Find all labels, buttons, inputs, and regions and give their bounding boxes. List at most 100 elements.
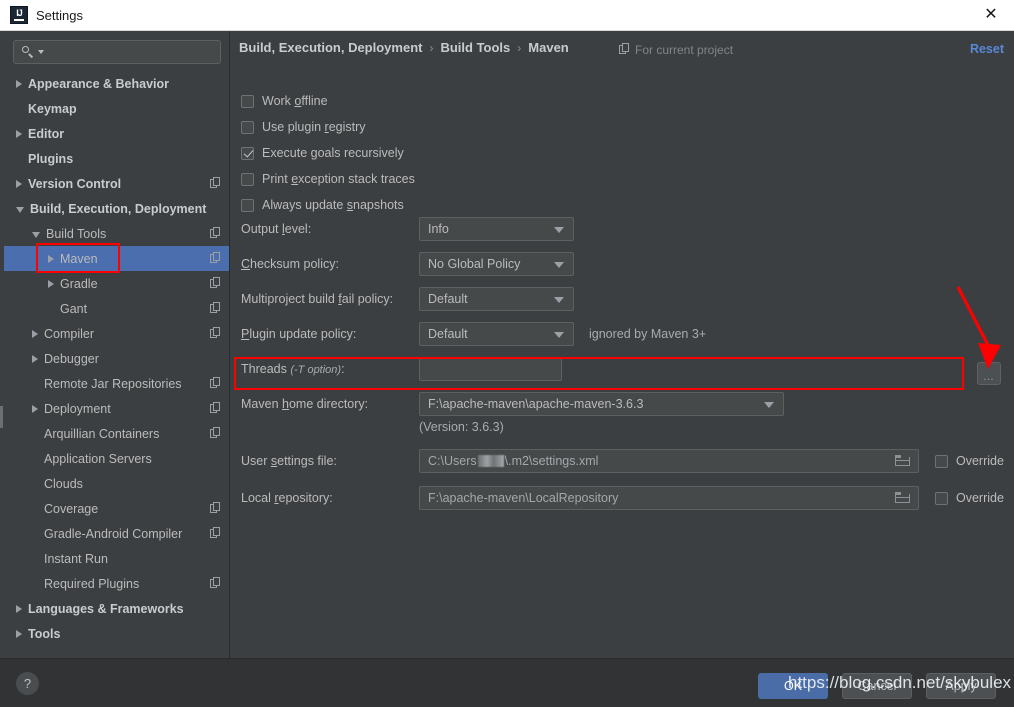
chevron-down-icon: [764, 402, 774, 408]
sidebar-item-debugger[interactable]: Debugger: [4, 346, 229, 371]
copy-icon: [210, 577, 221, 589]
apply-button[interactable]: Apply: [926, 673, 996, 699]
checkbox-work-offline[interactable]: Work offline: [241, 94, 328, 108]
sidebar-item-label: Languages & Frameworks: [28, 602, 184, 616]
search-box[interactable]: [13, 40, 221, 64]
sidebar-item-arquillian-containers[interactable]: Arquillian Containers: [4, 421, 229, 446]
chevron-down-icon: [554, 262, 564, 268]
row-checksum-policy: Checksum policy: No Global Policy: [241, 252, 574, 276]
chevron-right-icon[interactable]: [32, 355, 38, 363]
chevron-down-icon[interactable]: [32, 232, 40, 238]
sidebar-item-label: Compiler: [44, 327, 94, 341]
close-icon[interactable]: ✕: [968, 0, 1014, 30]
sidebar-item-maven[interactable]: Maven: [4, 246, 229, 271]
sidebar-item-required-plugins[interactable]: Required Plugins: [4, 571, 229, 596]
sidebar-item-application-servers[interactable]: Application Servers: [4, 446, 229, 471]
copy-icon: [210, 227, 221, 239]
sidebar-item-appearance-behavior[interactable]: Appearance & Behavior: [4, 71, 229, 96]
chevron-right-icon[interactable]: [16, 605, 22, 613]
chevron-right-icon[interactable]: [16, 180, 22, 188]
chevron-right-icon[interactable]: [48, 255, 54, 263]
sidebar-item-compiler[interactable]: Compiler: [4, 321, 229, 346]
sidebar-item-version-control[interactable]: Version Control: [4, 171, 229, 196]
sidebar-item-gant[interactable]: Gant: [4, 296, 229, 321]
maven-version-note: (Version: 3.6.3): [419, 420, 504, 434]
threads-input[interactable]: [419, 357, 562, 381]
checkbox-override-user-settings[interactable]: [935, 455, 948, 468]
chevron-right-icon[interactable]: [48, 280, 54, 288]
sidebar-item-label: Build, Execution, Deployment: [30, 202, 206, 216]
multiproject-combobox[interactable]: Default: [419, 287, 574, 311]
sidebar-item-instant-run[interactable]: Instant Run: [4, 546, 229, 571]
threads-label-suffix: (-T option): [290, 364, 341, 376]
checkbox-use-plugin-registry[interactable]: Use plugin registry: [241, 120, 366, 134]
output-level-value: Info: [428, 222, 449, 236]
intellij-idea-icon: [10, 6, 28, 24]
sidebar-item-build-execution-deployment[interactable]: Build, Execution, Deployment: [4, 196, 229, 221]
sidebar-item-label: Keymap: [28, 102, 77, 116]
sidebar-item-label: Plugins: [28, 152, 73, 166]
sidebar-item-label: Deployment: [44, 402, 111, 416]
sidebar-item-deployment[interactable]: Deployment: [4, 396, 229, 421]
chevron-down-icon[interactable]: [16, 207, 24, 213]
sidebar-item-plugins[interactable]: Plugins: [4, 146, 229, 171]
checkbox-box: [241, 121, 254, 134]
search-icon: [21, 45, 36, 59]
sidebar-item-gradle[interactable]: Gradle: [4, 271, 229, 296]
output-level-label: Output level:: [241, 222, 419, 236]
copy-icon: [210, 277, 221, 289]
chevron-right-icon[interactable]: [32, 330, 38, 338]
sidebar-item-label: Application Servers: [44, 452, 152, 466]
sidebar-item-gradle-android-compiler[interactable]: Gradle-Android Compiler: [4, 521, 229, 546]
checkbox-print-exception-stack-traces[interactable]: Print exception stack traces: [241, 172, 415, 186]
checkbox-override-local-repository[interactable]: [935, 492, 948, 505]
user-settings-input[interactable]: C:\Users\.m2\settings.xml: [419, 449, 919, 473]
ok-button[interactable]: OK: [758, 673, 828, 699]
folder-icon[interactable]: [895, 455, 910, 467]
title-bar: Settings ✕: [0, 0, 1014, 31]
cancel-button[interactable]: Cancel: [842, 673, 912, 699]
checkbox-box: [241, 95, 254, 108]
sidebar-item-editor[interactable]: Editor: [4, 121, 229, 146]
sidebar-item-remote-jar-repositories[interactable]: Remote Jar Repositories: [4, 371, 229, 396]
sidebar-item-label: Instant Run: [44, 552, 108, 566]
checksum-policy-combobox[interactable]: No Global Policy: [419, 252, 574, 276]
copy-icon: [210, 252, 221, 264]
sidebar-item-keymap[interactable]: Keymap: [4, 96, 229, 121]
chevron-right-icon[interactable]: [16, 80, 22, 88]
maven-home-combobox[interactable]: F:\apache-maven\apache-maven-3.6.3: [419, 392, 784, 416]
local-repository-value: F:\apache-maven\LocalRepository: [428, 491, 618, 505]
checkbox-label: Work offline: [262, 94, 328, 108]
sidebar-item-coverage[interactable]: Coverage: [4, 496, 229, 521]
output-level-combobox[interactable]: Info: [419, 217, 574, 241]
chevron-down-icon: [554, 227, 564, 233]
reset-link[interactable]: Reset: [970, 42, 1004, 56]
copy-icon: [210, 177, 221, 189]
maven-home-browse-button[interactable]: …: [977, 362, 1001, 385]
sidebar-item-languages-frameworks[interactable]: Languages & Frameworks: [4, 596, 229, 621]
help-button[interactable]: ?: [16, 672, 39, 695]
sidebar-item-label: Debugger: [44, 352, 99, 366]
sidebar-item-build-tools[interactable]: Build Tools: [4, 221, 229, 246]
folder-icon[interactable]: [895, 492, 910, 504]
ellipsis-icon: …: [983, 375, 995, 380]
search-wrapper: [4, 31, 229, 64]
checkbox-execute-goals-recursively[interactable]: Execute goals recursively: [241, 146, 404, 160]
maven-home-value: F:\apache-maven\apache-maven-3.6.3: [428, 397, 643, 411]
settings-sidebar: Appearance & Behavior Keymap Editor Plugins…: [4, 31, 230, 658]
checkbox-always-update-snapshots[interactable]: Always update snapshots: [241, 198, 404, 212]
sidebar-item-clouds[interactable]: Clouds: [4, 471, 229, 496]
chevron-right-icon[interactable]: [16, 630, 22, 638]
sidebar-item-label: Gradle-Android Compiler: [44, 527, 182, 541]
window-title: Settings: [36, 8, 83, 23]
chevron-right-icon[interactable]: [32, 405, 38, 413]
chevron-right-icon[interactable]: [16, 130, 22, 138]
copy-icon: [210, 427, 221, 439]
plugin-update-combobox[interactable]: Default: [419, 322, 574, 346]
local-repository-input[interactable]: F:\apache-maven\LocalRepository: [419, 486, 919, 510]
breadcrumb-item-2: Maven: [528, 40, 568, 55]
copy-icon: [210, 302, 221, 314]
row-maven-home-directory: Maven home directory: F:\apache-maven\ap…: [241, 392, 784, 416]
sidebar-item-tools[interactable]: Tools: [4, 621, 229, 646]
search-input[interactable]: [44, 44, 220, 60]
